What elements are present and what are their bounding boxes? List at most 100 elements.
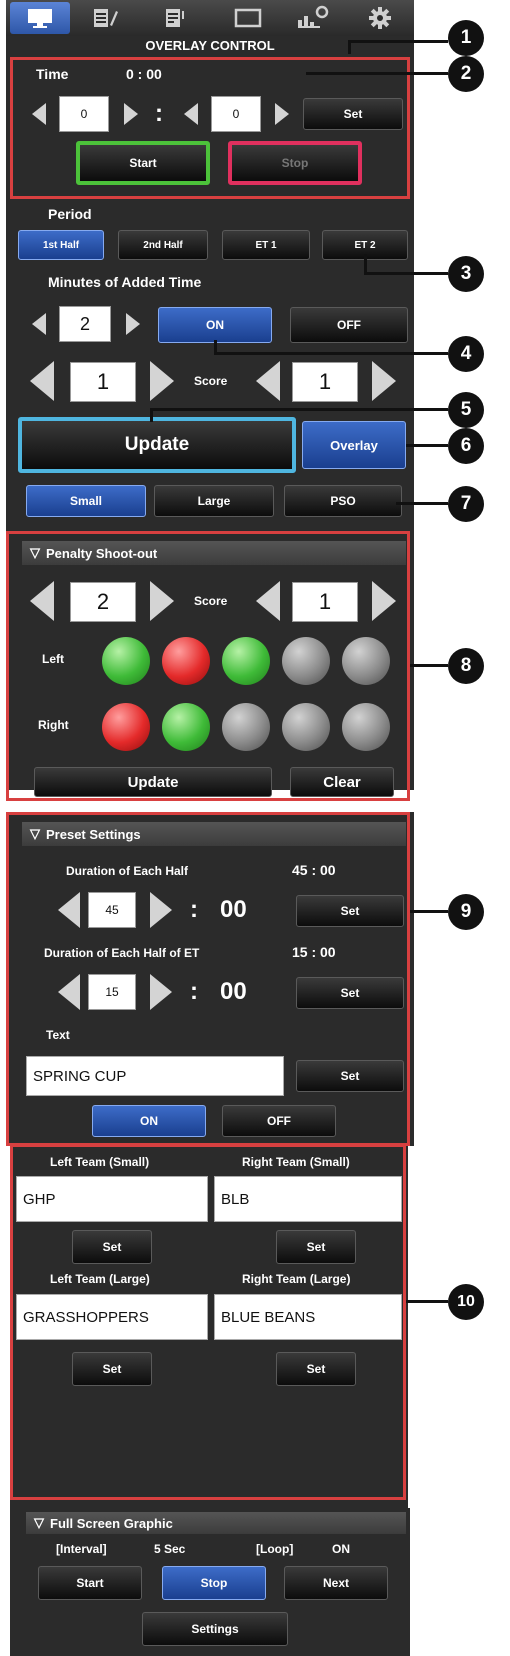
et-minutes-box[interactable]: 15 (88, 974, 136, 1010)
pso-update-button[interactable]: Update (34, 767, 272, 797)
half-minutes-box[interactable]: 45 (88, 892, 136, 928)
display-icon (28, 9, 52, 28)
half-duration-value: 45 : 00 (292, 862, 336, 878)
right-large-input[interactable]: BLUE BEANS (214, 1294, 402, 1340)
gear-icon[interactable] (368, 6, 392, 30)
callout-1-vline (348, 40, 351, 54)
callout-5: 5 (448, 392, 484, 428)
loop-value: ON (332, 1542, 350, 1556)
pso-left-kick-3[interactable] (222, 637, 270, 685)
score-left-increment-icon[interactable] (150, 361, 174, 401)
callout-9-line (410, 910, 448, 913)
pso-left-increment-icon[interactable] (150, 581, 174, 621)
size-pso-button[interactable]: PSO (284, 485, 402, 517)
fullscreen-settings-button[interactable]: Settings (142, 1612, 288, 1646)
pso-right-decrement-icon[interactable] (256, 581, 280, 621)
fullscreen-next-button[interactable]: Next (284, 1566, 388, 1600)
fullscreen-start-button[interactable]: Start (38, 1566, 142, 1600)
callout-1: 1 (448, 20, 484, 56)
callout-9: 9 (448, 894, 484, 930)
left-small-input[interactable]: GHP (16, 1176, 208, 1222)
seconds-box[interactable]: 0 (211, 96, 261, 132)
score-label: Score (194, 374, 228, 388)
half-set-button[interactable]: Set (296, 895, 404, 927)
period-1st-half-button[interactable]: 1st Half (18, 230, 104, 260)
half-decrement-icon[interactable] (58, 892, 80, 928)
pso-right-kick-5[interactable] (342, 703, 390, 751)
score-right-increment-icon[interactable] (372, 361, 396, 401)
minutes-box[interactable]: 0 (59, 96, 109, 132)
pso-left-decrement-icon[interactable] (30, 581, 54, 621)
pso-right-label: Right (38, 718, 69, 732)
et-duration-value: 15 : 00 (292, 944, 336, 960)
minutes-decrement-icon[interactable] (32, 103, 46, 125)
et-increment-icon[interactable] (150, 974, 172, 1010)
score-right-decrement-icon[interactable] (256, 361, 280, 401)
half-increment-icon[interactable] (150, 892, 172, 928)
right-small-input[interactable]: BLB (214, 1176, 402, 1222)
callout-7-line (396, 502, 448, 505)
pso-clear-button[interactable]: Clear (290, 767, 394, 797)
callout-7: 7 (448, 486, 484, 522)
pso-left-kick-2[interactable] (162, 637, 210, 685)
period-et1-button[interactable]: ET 1 (222, 230, 310, 260)
pso-left-kick-5[interactable] (342, 637, 390, 685)
left-small-label: Left Team (Small) (50, 1155, 150, 1169)
size-small-button[interactable]: Small (26, 485, 146, 517)
timer-start-button[interactable]: Start (76, 141, 210, 185)
added-time-box[interactable]: 2 (59, 306, 111, 342)
collapse-triangle-icon: ▽ (30, 826, 40, 841)
preset-header[interactable]: ▽ Preset Settings (22, 822, 406, 846)
callout-2: 2 (448, 56, 484, 92)
text-on-button[interactable]: ON (92, 1105, 206, 1137)
added-time-increment-icon[interactable] (126, 313, 140, 335)
overlay-toggle-button[interactable]: Overlay (302, 421, 406, 469)
text-input[interactable]: SPRING CUP (26, 1056, 284, 1096)
edit-icon[interactable] (92, 7, 118, 29)
text-off-button[interactable]: OFF (222, 1105, 336, 1137)
pso-score-label: Score (194, 594, 228, 608)
window-icon[interactable] (234, 8, 262, 28)
text-set-button[interactable]: Set (296, 1060, 404, 1092)
pso-right-box[interactable]: 1 (292, 582, 358, 622)
pso-right-kick-2[interactable] (162, 703, 210, 751)
penalty-header[interactable]: ▽ Penalty Shoot-out (22, 541, 406, 565)
et-decrement-icon[interactable] (58, 974, 80, 1010)
right-large-set-button[interactable]: Set (276, 1352, 356, 1386)
fullscreen-header[interactable]: ▽ Full Screen Graphic (26, 1512, 406, 1534)
timer-stop-button[interactable]: Stop (228, 141, 362, 185)
score-update-button[interactable]: Update (18, 417, 296, 473)
chart-gear-icon[interactable] (296, 4, 330, 30)
fullscreen-header-label: Full Screen Graphic (50, 1515, 173, 1531)
pso-right-kick-4[interactable] (282, 703, 330, 751)
score-left-box[interactable]: 1 (70, 362, 136, 402)
score-right-box[interactable]: 1 (292, 362, 358, 402)
right-small-set-button[interactable]: Set (276, 1230, 356, 1264)
fullscreen-stop-button[interactable]: Stop (162, 1566, 266, 1600)
collapse-triangle-icon: ▽ (30, 545, 40, 560)
added-time-on-button[interactable]: ON (158, 307, 272, 343)
pso-left-kick-4[interactable] (282, 637, 330, 685)
left-large-set-button[interactable]: Set (72, 1352, 152, 1386)
et-set-button[interactable]: Set (296, 977, 404, 1009)
seconds-decrement-icon[interactable] (184, 103, 198, 125)
pso-right-kick-3[interactable] (222, 703, 270, 751)
left-small-set-button[interactable]: Set (72, 1230, 152, 1264)
pso-right-increment-icon[interactable] (372, 581, 396, 621)
minutes-increment-icon[interactable] (124, 103, 138, 125)
seconds-increment-icon[interactable] (275, 103, 289, 125)
added-time-off-button[interactable]: OFF (290, 307, 408, 343)
left-large-input[interactable]: GRASSHOPPERS (16, 1294, 208, 1340)
pso-right-kick-1[interactable] (102, 703, 150, 751)
time-set-button[interactable]: Set (303, 98, 403, 130)
pso-left-box[interactable]: 2 (70, 582, 136, 622)
right-large-label: Right Team (Large) (242, 1272, 351, 1286)
size-large-button[interactable]: Large (154, 485, 274, 517)
callout-3-vline (364, 254, 367, 274)
score-left-decrement-icon[interactable] (30, 361, 54, 401)
preset-header-label: Preset Settings (46, 826, 141, 842)
pso-left-kick-1[interactable] (102, 637, 150, 685)
period-2nd-half-button[interactable]: 2nd Half (118, 230, 208, 260)
added-time-decrement-icon[interactable] (32, 313, 46, 335)
list-edit-icon[interactable] (164, 7, 190, 29)
